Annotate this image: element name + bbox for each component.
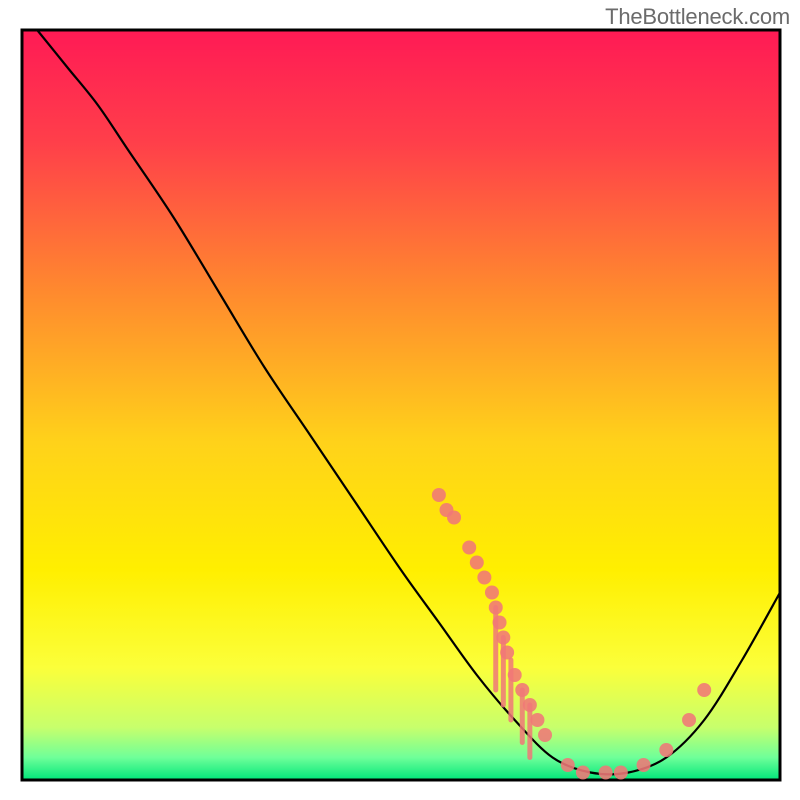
data-marker — [538, 728, 552, 742]
data-marker — [500, 646, 514, 660]
data-marker — [530, 713, 544, 727]
data-marker — [561, 758, 575, 772]
data-marker — [523, 698, 537, 712]
data-marker — [462, 541, 476, 555]
data-marker — [682, 713, 696, 727]
attribution-text: TheBottleneck.com — [605, 4, 790, 30]
data-marker — [659, 743, 673, 757]
data-marker — [637, 758, 651, 772]
data-marker — [477, 571, 491, 585]
data-marker — [697, 683, 711, 697]
data-marker — [496, 631, 510, 645]
data-marker — [489, 601, 503, 615]
data-marker — [515, 683, 529, 697]
data-marker — [576, 766, 590, 780]
data-marker — [447, 511, 461, 525]
bottleneck-chart — [0, 0, 800, 800]
data-marker — [432, 488, 446, 502]
data-marker — [485, 586, 499, 600]
data-marker — [599, 766, 613, 780]
data-marker — [493, 616, 507, 630]
data-marker — [614, 766, 628, 780]
data-marker — [508, 668, 522, 682]
chart-container: TheBottleneck.com — [0, 0, 800, 800]
plot-background — [22, 30, 780, 780]
data-marker — [470, 556, 484, 570]
